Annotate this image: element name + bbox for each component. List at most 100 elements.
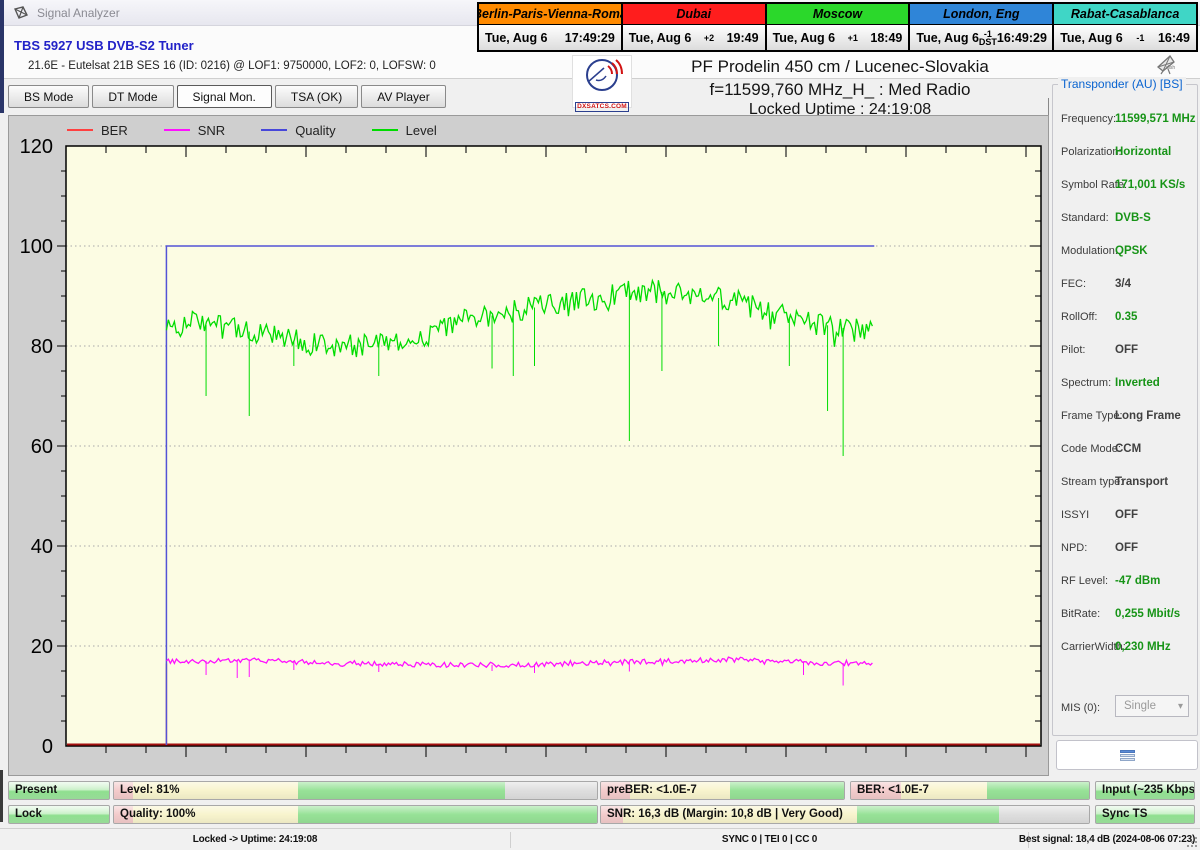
mis-label: MIS (0): [1061, 702, 1100, 714]
gauge-label: Input (~235 Kbps) [1102, 782, 1195, 799]
transponder-row: CarrierWidth:0,230 MHz [1053, 641, 1197, 655]
legend-item-ber: BER [67, 123, 128, 138]
transponder-row-label: Pilot: [1061, 344, 1085, 356]
transponder-row: RF Level:-47 dBm [1053, 575, 1197, 589]
transponder-panel: Transponder (AU) [BS] MIS (0): Single ▾ … [1052, 84, 1198, 736]
transponder-row-label: Spectrum: [1061, 377, 1111, 389]
gauge-preber: preBER: <1.0E-7 [600, 781, 845, 800]
transponder-row: Pilot:OFF [1053, 344, 1197, 358]
gauge-lock: Lock [8, 805, 110, 824]
clock-city-label: Dubai [623, 4, 765, 25]
transponder-row-value: 0,255 Mbit/s [1115, 608, 1180, 620]
transponder-row: Stream type:Transport [1053, 476, 1197, 490]
transponder-row-value: 0,230 MHz [1115, 641, 1171, 653]
clock-date: Tue, Aug 6 [1060, 31, 1123, 45]
transponder-row-value: QPSK [1115, 245, 1148, 257]
signal-chart: 120100806040200 [9, 116, 1048, 775]
gauge-present: Present [8, 781, 110, 800]
stream-list-button[interactable] [1056, 740, 1198, 770]
gauge-syncts: Sync TS [1095, 805, 1195, 824]
clock-column: Rabat-Casablanca Tue, Aug 6 -1 16:49 [1052, 4, 1196, 50]
statusbar-sync-counters: SYNC 0 | TEI 0 | CC 0 [511, 829, 1028, 850]
gauge-label: BER: <1.0E-7 [857, 782, 929, 799]
transponder-row-value: Horizontal [1115, 146, 1171, 158]
legend-label: Level [406, 123, 437, 138]
tuner-name: TBS 5927 USB DVB-S2 Tuner [14, 38, 194, 53]
dxsatcs-emblem-icon [574, 56, 630, 96]
tab-bs-mode[interactable]: BS Mode [8, 85, 89, 108]
transponder-row-value: OFF [1115, 542, 1138, 554]
svg-text:dish: dish [1166, 65, 1175, 71]
transponder-panel-title: Transponder (AU) [BS] [1058, 77, 1186, 91]
clock-column: London, EngTue, Aug 6-1DST16:49:29 [908, 4, 1052, 50]
legend-swatch [372, 129, 398, 131]
transponder-row-label: FEC: [1061, 278, 1086, 290]
svg-text:0: 0 [42, 736, 53, 758]
clock-time: 18:49 [870, 31, 902, 45]
tab-label: Signal Mon. [193, 90, 256, 104]
transponder-row-value: 0.35 [1115, 311, 1137, 323]
clock-date: Tue, Aug 6 [916, 31, 979, 45]
svg-text:100: 100 [20, 236, 53, 258]
svg-text:20: 20 [31, 636, 53, 658]
transponder-row: Standard:DVB-S [1053, 212, 1197, 226]
gauge-label: Present [15, 782, 57, 799]
statusbar-best-signal: Best signal: 18,4 dB (2024-08-06 07:23) [1029, 829, 1185, 850]
clock-time-row: Tue, Aug 6 -1 16:49 [1054, 25, 1196, 50]
clock-time: 19:49 [727, 31, 759, 45]
legend-item-level: Level [372, 123, 437, 138]
clock-date: Tue, Aug 6 [773, 31, 836, 45]
transponder-row-value: Inverted [1115, 377, 1160, 389]
legend-swatch [164, 129, 190, 131]
clock-time: 16:49 [1158, 31, 1190, 45]
clock-date: Tue, Aug 6 [629, 31, 692, 45]
chevron-down-icon: ▾ [1178, 701, 1183, 712]
mis-dropdown[interactable]: Single ▾ [1115, 695, 1189, 717]
gauge-segments [114, 782, 597, 799]
clock-city-label: Rabat-Casablanca [1054, 4, 1196, 25]
clock-city-label: Moscow [767, 4, 909, 25]
transponder-row: RollOff:0.35 [1053, 311, 1197, 325]
transponder-row: Frame Type:Long Frame [1053, 410, 1197, 424]
transponder-row: FEC: 3/4 [1053, 278, 1197, 292]
transponder-row-value: 3/4 [1115, 278, 1131, 290]
transponder-row-label: Stream type: [1061, 476, 1123, 488]
clock-utc-offset: -1 [1136, 34, 1144, 42]
tab-dt-mode[interactable]: DT Mode [92, 85, 173, 108]
transponder-row: Polarization:Horizontal [1053, 146, 1197, 160]
transponder-row-label: RF Level: [1061, 575, 1108, 587]
clock-time-row: Tue, Aug 6 +2 19:49 [623, 25, 765, 50]
transponder-row: Symbol Rate:171,001 KS/s [1053, 179, 1197, 193]
gauge-label: Lock [15, 806, 42, 823]
chart-legend: BERSNRQualityLevel [67, 121, 437, 139]
clock-city-label: London, Eng [910, 4, 1052, 25]
tab-label: TSA (OK) [291, 90, 342, 104]
tab-signal-mon[interactable]: Signal Mon. [177, 85, 272, 108]
legend-swatch [261, 129, 287, 131]
clock-column: Dubai Tue, Aug 6 +2 19:49 [621, 4, 765, 50]
tab-tsa-ok[interactable]: TSA (OK) [275, 85, 358, 108]
gauge-label: Quality: 100% [120, 806, 195, 823]
clock-time-row: Tue, Aug 617:49:29 [479, 25, 621, 50]
clock-utc-offset: +2 [704, 34, 714, 42]
transponder-row-value: 11599,571 MHz [1115, 113, 1196, 125]
legend-label: SNR [198, 123, 225, 138]
transponder-row-value: OFF [1115, 509, 1138, 521]
transponder-row-label: NPD: [1061, 542, 1087, 554]
tab-av-player[interactable]: AV Player [361, 85, 445, 108]
dxsatcs-logo-text: DXSATCS.COM [575, 102, 629, 112]
clock-column: MoscowTue, Aug 6+118:49 [765, 4, 909, 50]
transponder-row-value: 171,001 KS/s [1115, 179, 1185, 191]
tab-label: DT Mode [108, 90, 157, 104]
signal-chart-widget: BERSNRQualityLevel 120100806040200 [8, 115, 1049, 776]
svg-text:60: 60 [31, 436, 53, 458]
antenna-location-line: PF Prodelin 450 cm / Lucenec-Slovakia [620, 57, 1060, 77]
gauge-input: Input (~235 Kbps) [1095, 781, 1195, 800]
transponder-row-label: Standard: [1061, 212, 1109, 224]
resize-grip[interactable] [1184, 834, 1197, 847]
clock-time: 17:49:29 [565, 31, 615, 45]
transponder-row: Frequency:11599,571 MHz [1053, 113, 1197, 127]
svg-text:120: 120 [20, 136, 53, 158]
clock-utc-offset: -1DST [979, 30, 997, 46]
transponder-row-value: Transport [1115, 476, 1168, 488]
